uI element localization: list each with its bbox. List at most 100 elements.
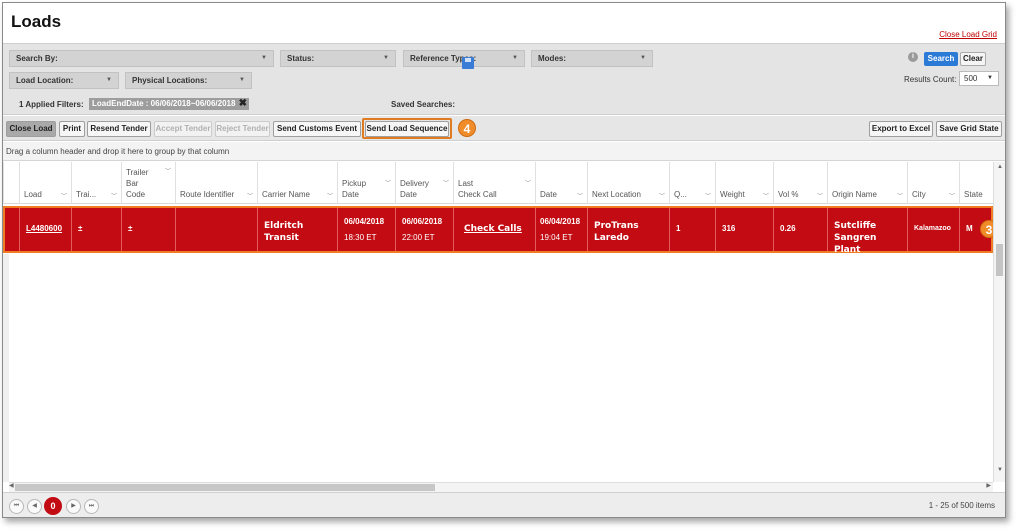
page-title: Loads	[11, 12, 62, 31]
cell-city: Kalamazoo	[907, 208, 959, 251]
loads-window: Loads Close Load Grid Search By: ▼ Statu…	[2, 2, 1006, 518]
column-header-trailer-bar-code[interactable]: Trailer Bar Code ﹀	[121, 162, 175, 204]
column-header-expand	[3, 162, 19, 204]
last-page-icon[interactable]: ⏭	[84, 499, 99, 514]
cell-pickup-date: 06/04/2018 18:30 ET	[337, 208, 395, 251]
column-header-state[interactable]: State	[959, 162, 993, 204]
save-grid-state-button[interactable]: Save Grid State	[936, 121, 1002, 137]
chevron-down-icon: ▼	[383, 55, 389, 61]
column-header-quantity[interactable]: Q... ﹀	[669, 162, 715, 204]
column-header-date[interactable]: Date ﹀	[535, 162, 587, 204]
chevron-down-icon: ﹀	[524, 181, 531, 187]
cell-date: 06/04/2018 19:04 ET	[535, 208, 587, 251]
physical-locations-dropdown[interactable]: Physical Locations: ▼	[125, 72, 252, 89]
chevron-down-icon: ▼	[106, 77, 112, 83]
scroll-left-icon[interactable]: ◀	[9, 482, 14, 489]
row-expand-cell[interactable]	[5, 208, 19, 251]
results-count-value: 500	[964, 74, 978, 83]
group-by-hint: Drag a column header and drop it here to…	[3, 142, 1005, 161]
chevron-down-icon: ﹀	[442, 181, 449, 187]
filter-chip-text: LoadEndDate : 06/06/2018~06/06/2018	[92, 99, 236, 108]
chevron-down-icon: ▼	[239, 77, 245, 83]
search-button[interactable]: Search	[924, 52, 958, 66]
column-header-last-check-call[interactable]: Last Check Call ﹀	[453, 162, 535, 204]
scroll-up-icon[interactable]: ▲	[997, 164, 1003, 170]
applied-filter-chip[interactable]: LoadEndDate : 06/06/2018~06/06/2018 ✖	[89, 98, 249, 110]
resend-tender-button[interactable]: Resend Tender	[87, 121, 151, 137]
modes-dropdown[interactable]: Modes: ▼	[531, 50, 653, 67]
search-by-label: Search By:	[16, 54, 58, 63]
chevron-down-icon: ﹀	[246, 194, 253, 200]
column-header-city[interactable]: City ﹀	[907, 162, 959, 204]
send-customs-event-button[interactable]: Send Customs Event	[273, 121, 361, 137]
column-header-weight[interactable]: Weight ﹀	[715, 162, 773, 204]
column-header-next-location[interactable]: Next Location ﹀	[587, 162, 669, 204]
chevron-down-icon: ▼	[261, 55, 267, 61]
close-load-grid-link[interactable]: Close Load Grid	[939, 30, 997, 39]
table-row[interactable]: L4480600 ± ± Eldritch Transit 06/04/2018…	[3, 206, 993, 255]
prev-page-icon[interactable]: ◀	[27, 499, 42, 514]
load-location-dropdown[interactable]: Load Location: ▼	[9, 72, 119, 89]
cell-carrier-name: Eldritch Transit	[257, 208, 337, 251]
column-header-carrier-name[interactable]: Carrier Name ﹀	[257, 162, 337, 204]
cell-quantity: 1	[669, 208, 715, 251]
next-page-icon[interactable]: ▶	[66, 499, 81, 514]
horizontal-scroll-thumb[interactable]	[15, 484, 435, 491]
chevron-down-icon: ﹀	[704, 194, 711, 200]
results-count-select[interactable]: 500 ▼	[959, 71, 999, 86]
column-header-vol[interactable]: Vol % ﹀	[773, 162, 827, 204]
chevron-down-icon: ▼	[640, 55, 646, 61]
chevron-down-icon: ﹀	[164, 169, 171, 175]
column-header-trailer[interactable]: Trai... ﹀	[71, 162, 121, 204]
grid-toolbar: Close Load Print Resend Tender Accept Te…	[3, 116, 1005, 141]
cell-vol: 0.26	[773, 208, 827, 251]
physical-locations-label: Physical Locations:	[132, 76, 208, 85]
first-page-icon[interactable]: ⏮	[9, 499, 24, 514]
results-count-label: Results Count:	[904, 75, 957, 84]
grid-header: Load ﹀ Trai... ﹀ Trailer Bar Code ﹀ Route I…	[3, 162, 993, 204]
chevron-down-icon: ﹀	[658, 194, 665, 200]
search-by-dropdown[interactable]: Search By: ▼	[9, 50, 274, 67]
grid-left-strip	[3, 254, 9, 482]
column-header-origin-name[interactable]: Origin Name ﹀	[827, 162, 907, 204]
info-icon[interactable]: i	[908, 52, 918, 62]
status-dropdown[interactable]: Status: ▼	[280, 50, 396, 67]
scroll-down-icon[interactable]: ▼	[997, 467, 1003, 473]
modes-label: Modes:	[538, 54, 566, 63]
column-header-delivery-date[interactable]: Delivery Date ﹀	[395, 162, 453, 204]
scroll-right-icon[interactable]: ▶	[986, 482, 991, 489]
load-link[interactable]: L4480600	[26, 223, 62, 235]
status-label: Status:	[287, 54, 315, 63]
chevron-down-icon: ﹀	[384, 181, 391, 187]
cell-delivery-date: 06/06/2018 22:00 ET	[395, 208, 453, 251]
chevron-down-icon: ﹀	[326, 194, 333, 200]
step-four-badge: 4	[458, 119, 476, 137]
reject-tender-button[interactable]: Reject Tender	[215, 121, 270, 137]
column-header-pickup-date[interactable]: Pickup Date ﹀	[337, 162, 395, 204]
save-icon[interactable]	[462, 57, 474, 69]
saved-searches-label: Saved Searches:	[391, 100, 456, 109]
chevron-down-icon: ﹀	[576, 194, 583, 200]
vertical-scroll-thumb[interactable]	[996, 244, 1003, 276]
export-to-excel-button[interactable]: Export to Excel	[869, 121, 933, 137]
cell-trailer: ±	[71, 208, 121, 251]
accept-tender-button[interactable]: Accept Tender	[154, 121, 212, 137]
chevron-down-icon: ﹀	[762, 194, 769, 200]
vertical-scrollbar[interactable]: ▲ ▼	[993, 162, 1005, 482]
horizontal-scrollbar[interactable]: ◀ ▶	[9, 482, 993, 492]
cell-origin-name: Sutcliffe Sangren Plant	[827, 208, 907, 255]
clear-button[interactable]: Clear	[960, 52, 986, 66]
chevron-down-icon: ﹀	[896, 194, 903, 200]
current-page-button[interactable]: 0	[44, 497, 62, 515]
chevron-down-icon: ▼	[987, 75, 993, 81]
column-header-route-identifier[interactable]: Route Identifier ﹀	[175, 162, 257, 204]
cell-load[interactable]: L4480600	[19, 208, 71, 251]
cell-weight: 316	[715, 208, 773, 251]
close-load-button[interactable]: Close Load	[6, 121, 56, 137]
column-header-load[interactable]: Load ﹀	[19, 162, 71, 204]
close-icon[interactable]: ✖	[239, 98, 247, 110]
cell-last-check-call[interactable]: Check Calls	[453, 208, 535, 251]
chevron-down-icon: ﹀	[816, 194, 823, 200]
print-button[interactable]: Print	[59, 121, 85, 137]
check-calls-link[interactable]: Check Calls	[464, 223, 522, 235]
